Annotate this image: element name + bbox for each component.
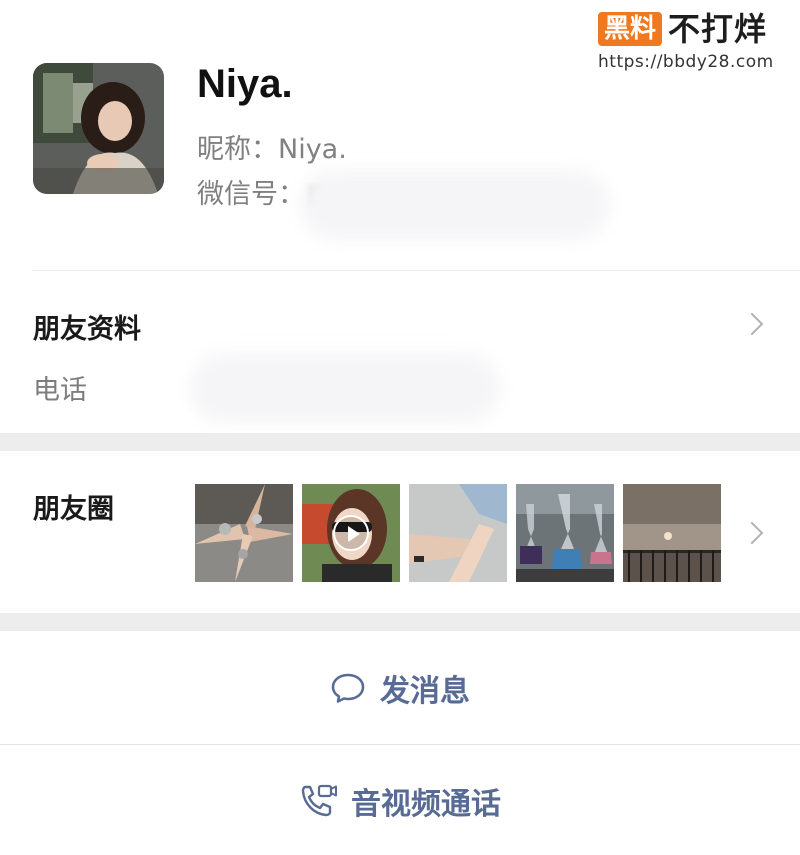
chat-bubble-icon: [330, 672, 366, 704]
chevron-right-icon: [740, 312, 764, 336]
moment-video-selfie[interactable]: [302, 484, 400, 582]
send-message-button[interactable]: 发消息: [0, 633, 800, 743]
video-call-button[interactable]: 音视频通话: [0, 746, 800, 855]
phone-video-icon: [299, 783, 337, 819]
send-message-label: 发消息: [380, 674, 470, 709]
redaction-blur: [300, 170, 610, 240]
display-name: Niya.: [197, 62, 293, 106]
divider: [0, 744, 800, 745]
avatar[interactable]: [33, 63, 164, 194]
section-gap: [0, 433, 800, 451]
wechat-id-label: 微信号：: [197, 179, 305, 210]
section-gap: [0, 613, 800, 631]
moment-photo-flasks[interactable]: [516, 484, 614, 582]
moment-photo-hands[interactable]: [195, 484, 293, 582]
redaction-blur: [190, 353, 500, 423]
moment-photo-sunset[interactable]: [623, 484, 721, 582]
nickname: 昵称：Niya.: [197, 134, 347, 165]
friend-info-title: 朋友资料: [33, 314, 141, 345]
chevron-right-icon: [740, 521, 764, 545]
play-icon: [333, 515, 369, 551]
friend-info-row[interactable]: 朋友资料 电话: [0, 271, 800, 433]
moments-title: 朋友圈: [33, 494, 114, 525]
moment-photo-hands-holding[interactable]: [409, 484, 507, 582]
moments-thumbnails: [195, 484, 721, 582]
phone-label: 电话: [33, 375, 87, 406]
profile-header: Niya. 昵称：Niya. 微信号：: [0, 0, 800, 270]
video-call-label: 音视频通话: [351, 787, 501, 822]
